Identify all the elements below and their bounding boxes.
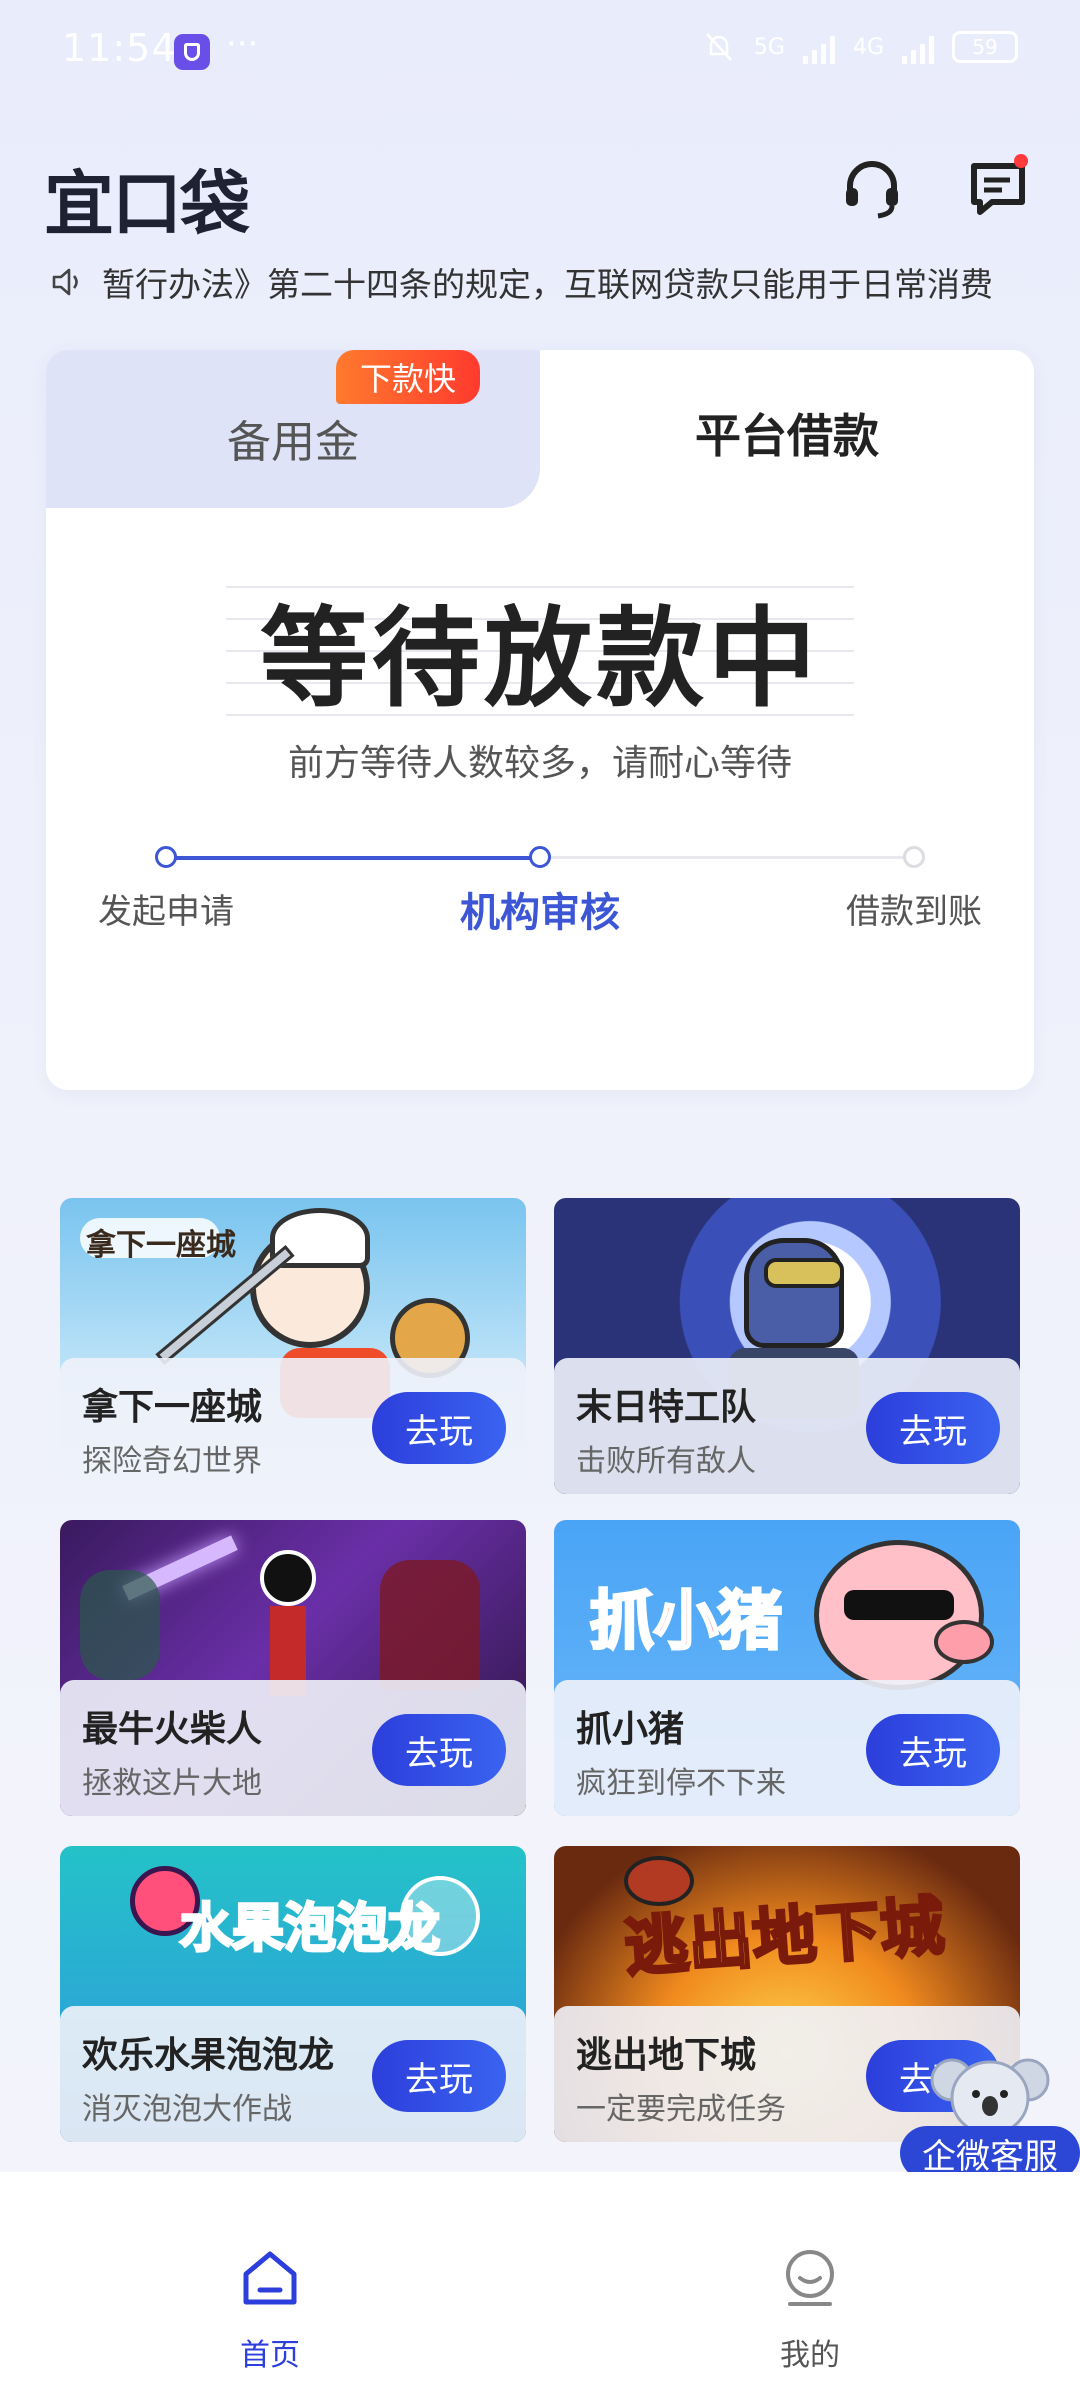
mute-bell-icon [705,33,732,61]
game-desc: 疯狂到停不下来 [576,1766,786,1801]
nav-mine[interactable]: 我的 [710,2172,910,2400]
game-desc: 拯救这片大地 [82,1766,262,1801]
shield-app-icon [174,34,210,70]
customer-service-button[interactable] [840,156,904,220]
message-button[interactable] [966,154,1030,220]
headset-icon [846,161,898,219]
game-name: 拿下一座城 [82,1387,263,1428]
status-time: 11:54 [62,26,177,70]
game-info: 末日特工队 击败所有敌人 去玩 [554,1358,1020,1494]
unread-dot [1014,154,1028,168]
game-desc: 消灭泡泡大作战 [82,2092,292,2127]
wecom-service-button[interactable]: 企微客服 [900,2050,1080,2180]
koala-mascot-icon [930,2058,1050,2136]
step-dot-2 [529,846,551,868]
game-name: 抓小猪 [576,1709,685,1750]
progress-track-done [166,856,540,860]
speaker-icon [52,268,78,296]
play-button[interactable]: 去玩 [372,1392,506,1464]
loan-status-title: 等待放款中 [259,597,820,722]
play-button[interactable]: 去玩 [372,2040,506,2112]
nav-home[interactable]: 首页 [170,2172,370,2400]
game-art-title: 拿下一座城 [86,1228,236,1263]
game-card[interactable]: 抓小猪 抓小猪 疯狂到停不下来 去玩 [554,1520,1020,1816]
bottom-nav: 首页 我的 [0,2172,1080,2400]
app-logo: 宜口袋 [44,163,250,245]
battery-icon: 59 [952,31,1018,63]
game-info: 抓小猪 疯狂到停不下来 去玩 [554,1680,1020,1816]
play-button[interactable]: 去玩 [866,1392,1000,1464]
step-dot-3 [903,846,925,868]
game-info: 拿下一座城 探险奇幻世界 去玩 [60,1358,526,1494]
game-name: 最牛火柴人 [82,1709,263,1750]
step-label-apply: 发起申请 [98,892,234,932]
game-desc: 一定要完成任务 [576,2092,786,2127]
signal-5g-icon [802,30,835,64]
game-name: 欢乐水果泡泡龙 [82,2035,335,2076]
game-name: 逃出地下城 [576,2035,757,2076]
network-5g-label: 5G [753,34,785,60]
game-desc: 击败所有敌人 [576,1444,756,1479]
play-button[interactable]: 去玩 [372,1714,506,1786]
profile-icon [786,2250,834,2306]
tab-platform-loan[interactable]: 平台借款 [540,400,1034,466]
play-button[interactable]: 去玩 [866,1714,1000,1786]
nav-home-label: 首页 [240,2338,300,2373]
game-card[interactable]: 末日特工队 击败所有敌人 去玩 [554,1198,1020,1494]
status-bar: 11:54 ··· 5G 4G 59 [0,0,1080,100]
game-name: 末日特工队 [576,1387,757,1428]
game-art-title: 抓小猪 [589,1584,784,1661]
game-info: 欢乐水果泡泡龙 消灭泡泡大作战 去玩 [60,2006,526,2142]
loan-status-subtitle: 前方等待人数较多，请耐心等待 [287,743,792,784]
step-label-review: 机构审核 [460,890,620,936]
game-card[interactable]: 拿下一座城 拿下一座城 探险奇幻世界 去玩 [60,1198,526,1494]
game-desc: 探险奇幻世界 [82,1444,262,1479]
game-card[interactable]: 最牛火柴人 拯救这片大地 去玩 [60,1520,526,1816]
notice-bar[interactable]: 暂行办法》第二十四条的规定，互联网贷款只能用于日常消费 [50,260,1040,304]
more-notifications-icon: ··· [226,24,259,64]
notice-text: 暂行办法》第二十四条的规定，互联网贷款只能用于日常消费 [102,265,993,304]
step-dot-1 [155,846,177,868]
home-icon [243,2251,297,2305]
tab-backup-fund-label: 备用金 [227,417,359,468]
game-card[interactable]: 水果泡泡龙 欢乐水果泡泡龙 消灭泡泡大作战 去玩 [60,1846,526,2142]
signal-4g-icon [902,30,934,64]
game-info: 最牛火柴人 拯救这片大地 去玩 [60,1680,526,1816]
network-4g-label: 4G [852,34,884,60]
nav-mine-label: 我的 [780,2338,840,2373]
loan-status-card: 备用金 下款快 平台借款 等待放款中 前方等待人数较多，请耐心等待 发起申请 机… [46,350,1034,1090]
status-indicators: 5G 4G 59 [702,30,1018,64]
fast-loan-badge: 下款快 [336,350,481,404]
step-label-arrival: 借款到账 [846,892,982,932]
